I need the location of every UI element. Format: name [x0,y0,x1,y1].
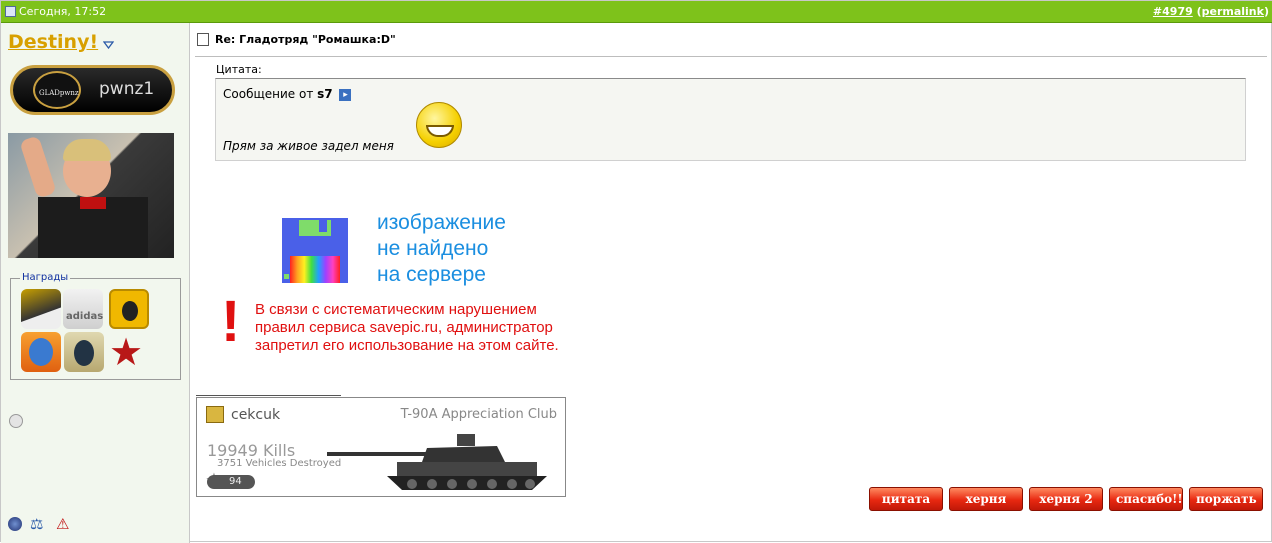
post-date: Сегодня, 17:52 [5,5,106,18]
signature-divider [196,395,341,396]
herня-2-button[interactable]: херня 2 [1029,487,1103,511]
laugh-button[interactable]: поржать [1189,487,1263,511]
quote-box: Сообщение от s7 ▸ Прям за живое задел ме… [215,78,1246,161]
adidas-award-icon[interactable]: adidas [63,289,103,329]
post-content: Re: Гладотряд "Ромашка:D" Цитата: Сообще… [191,23,1272,543]
forum-post: Сегодня, 17:52 #4979 (permalink) Destiny… [0,0,1272,543]
post-icon [5,6,16,17]
scales-icon[interactable]: ⚖ [30,516,48,532]
post-date-text: Сегодня, 17:52 [19,5,107,18]
username-link[interactable]: Destiny! [8,31,98,53]
floppy-disk-icon [282,218,348,283]
masked-hero-award-icon[interactable] [21,332,61,372]
image-not-found-text: изображение не найдено на сервере [377,210,506,288]
user-action-icons: ⚖ ⚠ [8,516,72,532]
offline-status-icon [9,414,23,428]
quote-source: Сообщение от s7 ▸ [223,87,352,101]
tank-icon [327,434,547,490]
clan-badge: GLADpwnz pwnz1 [10,65,175,115]
not-found-line-1: изображение [377,211,506,234]
stripes-award-icon[interactable] [21,289,61,329]
thanks-button[interactable]: спасибо!!! [1109,487,1188,511]
medal-award-icon[interactable] [109,289,149,329]
avatar-hair [63,139,111,161]
laughing-smiley-icon [416,102,462,148]
post-title-icon [197,33,209,46]
signature-player: cekcuk [231,407,281,423]
quote-text: Прям за живое задел меня [223,139,394,153]
reputation-icon[interactable] [8,517,22,531]
not-found-line-2: не найдено [377,237,489,260]
title-divider [195,56,1267,57]
signature-banner: cekcuk T-90A Appreciation Club 19949 Kil… [196,397,566,497]
quote-source-prefix: Сообщение от [223,87,314,101]
awards-legend: Награды [20,272,71,283]
post-header: Сегодня, 17:52 #4979 (permalink) [1,1,1272,23]
violation-notice: В связи с систематическим нарушением пра… [255,301,559,355]
herня-button[interactable]: херня [949,487,1023,511]
exclamation-icon: ! [221,289,241,354]
avatar [8,133,174,258]
permalink-link[interactable]: permalink [1202,5,1264,18]
violation-line-2: правил сервиса savepic.ru, администратор [255,319,553,336]
adidas-text: adidas [66,311,104,322]
user-menu-icon[interactable] [103,41,114,49]
post-title: Re: Гладотряд "Ромашка:D" [197,33,396,46]
violation-line-3: запретил его использование на этом сайте… [255,337,559,354]
post-number-link[interactable]: #4979 [1153,5,1193,18]
counter-strike-award-icon[interactable] [64,332,104,372]
quote-label: Цитата: [216,63,262,76]
signature-level: 94 [207,475,255,489]
soviet-star-award-icon[interactable]: ★ [107,332,147,372]
post-action-buttons: цитата херня херня 2 спасибо!!! поржать [869,487,1263,511]
signature-club: T-90A Appreciation Club [400,407,557,422]
clan-emblem-icon: GLADpwnz [33,71,81,109]
not-found-line-3: на сервере [377,263,486,286]
post-title-text: Re: Гладотряд "Ромашка:D" [215,33,396,46]
quote-button[interactable]: цитата [869,487,943,511]
signature-vehicles: 3751 Vehicles Destroyed [217,458,342,469]
violation-line-1: В связи с систематическим нарушением [255,301,537,318]
view-post-arrow-icon[interactable]: ▸ [339,88,352,101]
rank-icon [206,406,224,423]
avatar-arm [19,135,57,199]
clan-tag: pwnz1 [99,79,155,99]
user-sidebar: Destiny! GLADpwnz pwnz1 Награды adidas ★ [1,23,190,543]
avatar-scarf [80,197,106,209]
awards-fieldset: Награды adidas ★ [10,272,181,380]
post-links: #4979 (permalink) [1152,5,1269,18]
quote-author: s7 [317,87,333,101]
report-warning-icon[interactable]: ⚠ [56,516,72,532]
